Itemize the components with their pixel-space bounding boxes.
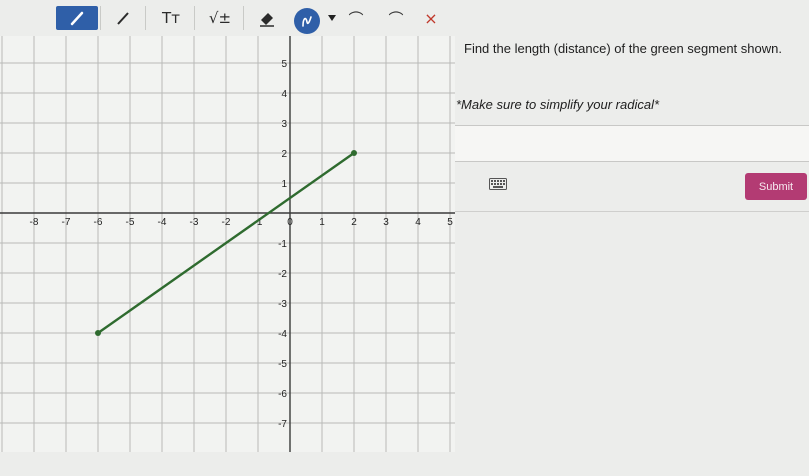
stroke-dropdown-button[interactable] xyxy=(324,6,340,30)
x-tick-label: -4 xyxy=(158,217,167,228)
x-tick-label: 5 xyxy=(447,217,453,228)
x-tick-label: 3 xyxy=(383,217,389,228)
x-tick-label: -6 xyxy=(94,217,103,228)
pencil-tool-button[interactable] xyxy=(56,6,98,30)
eraser-icon xyxy=(260,13,274,27)
x-tick-label: 4 xyxy=(415,217,421,228)
y-tick-label: -4 xyxy=(278,329,287,340)
line-tool-icon xyxy=(117,12,129,25)
y-axis-tick-labels: 5 4 3 2 1 -1 -2 -3 -4 -5 -6 -7 xyxy=(278,59,287,430)
x-tick-label: -3 xyxy=(190,217,199,228)
question-note: *Make sure to simplify your radical* xyxy=(456,97,660,112)
y-tick-label: -7 xyxy=(278,419,287,430)
text-tool-button[interactable]: Tт xyxy=(155,6,187,30)
keyboard-button[interactable] xyxy=(488,177,508,190)
x-tick-label: 0 xyxy=(287,217,293,228)
y-tick-label: -2 xyxy=(278,269,287,280)
submit-button[interactable]: Submit xyxy=(745,173,807,200)
x-tick-label: -2 xyxy=(222,217,231,228)
y-tick-label: -6 xyxy=(278,389,287,400)
y-tick-label: 5 xyxy=(281,59,287,70)
drawing-toolbar: Tт √± ⌒ ⌒ × xyxy=(0,0,450,36)
line-tool-button[interactable] xyxy=(108,6,138,30)
y-tick-label: 3 xyxy=(281,119,287,130)
keyboard-icon xyxy=(489,177,507,190)
text-tool-icon: Tт xyxy=(162,9,180,27)
equation-tool-icon: √± xyxy=(208,9,232,27)
segment-end-point xyxy=(351,150,357,156)
redo-button[interactable]: ⌒ xyxy=(386,6,406,30)
brush-stroke-icon xyxy=(302,16,312,27)
close-icon: × xyxy=(424,8,438,28)
pencil-icon xyxy=(70,11,84,26)
question-text: Find the length (distance) of the green … xyxy=(464,41,782,56)
coordinate-plane: -8 -7 -6 -5 -4 -3 -2 -1 0 1 2 3 4 5 5 4 3 2 1 -1 -2 -3 -4 -5 -6… xyxy=(0,32,455,454)
redo-icon: ⌒ xyxy=(388,9,404,28)
undo-button[interactable]: ⌒ xyxy=(346,6,366,30)
equation-tool-button[interactable]: √± xyxy=(202,6,238,30)
x-tick-label: -8 xyxy=(30,217,39,228)
grid-lines xyxy=(0,32,455,454)
segment-start-point xyxy=(95,330,101,336)
stroke-color-button[interactable] xyxy=(294,8,320,34)
answer-input[interactable] xyxy=(455,125,809,162)
y-tick-label: -1 xyxy=(278,239,287,250)
x-tick-label: 2 xyxy=(351,217,357,228)
eraser-tool-button[interactable] xyxy=(252,6,282,30)
y-tick-label: -3 xyxy=(278,299,287,310)
axes xyxy=(0,36,455,452)
coordinate-graph[interactable]: -8 -7 -6 -5 -4 -3 -2 -1 0 1 2 3 4 5 5 4 3 2 1 -1 -2 -3 -4 -5 -6… xyxy=(0,32,455,454)
x-tick-label: 1 xyxy=(319,217,325,228)
undo-icon: ⌒ xyxy=(348,9,364,28)
y-tick-label: 1 xyxy=(281,179,287,190)
clear-button[interactable]: × xyxy=(422,6,440,30)
y-tick-label: 2 xyxy=(281,149,287,160)
y-tick-label: 4 xyxy=(281,89,287,100)
x-tick-label: -7 xyxy=(62,217,71,228)
chevron-down-icon xyxy=(328,15,336,21)
x-axis-tick-labels: -8 -7 -6 -5 -4 -3 -2 -1 0 1 2 3 4 5 xyxy=(30,217,454,228)
x-tick-label: -5 xyxy=(126,217,135,228)
y-tick-label: -5 xyxy=(278,359,287,370)
